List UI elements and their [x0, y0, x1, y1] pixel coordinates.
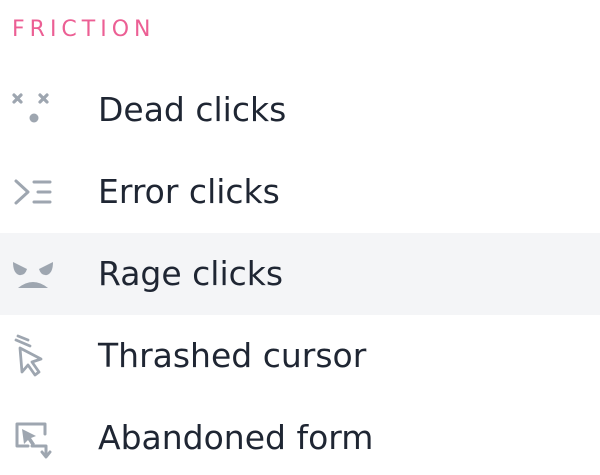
menu-item-error-clicks[interactable]: Error clicks [0, 151, 600, 233]
menu-item-label: Abandoned form [98, 418, 374, 457]
menu-item-rage-clicks[interactable]: Rage clicks [0, 233, 600, 315]
section-title: FRICTION [12, 17, 156, 42]
rage-clicks-icon [8, 252, 58, 296]
menu-item-label: Thrashed cursor [98, 336, 367, 375]
friction-panel: FRICTION Dead clicks Error clicks Rage c… [0, 0, 600, 475]
menu-item-label: Dead clicks [98, 90, 287, 129]
menu-item-label: Rage clicks [98, 254, 284, 293]
thrashed-cursor-icon [8, 334, 58, 378]
friction-menu: Dead clicks Error clicks Rage clicks Thr… [0, 69, 600, 475]
menu-item-label: Error clicks [98, 172, 280, 211]
menu-item-abandoned-form[interactable]: Abandoned form [0, 397, 600, 475]
menu-item-thrashed-cursor[interactable]: Thrashed cursor [0, 315, 600, 397]
abandoned-form-icon [8, 416, 58, 460]
dead-clicks-icon [8, 88, 58, 132]
error-clicks-icon [8, 170, 58, 214]
menu-item-dead-clicks[interactable]: Dead clicks [0, 69, 600, 151]
